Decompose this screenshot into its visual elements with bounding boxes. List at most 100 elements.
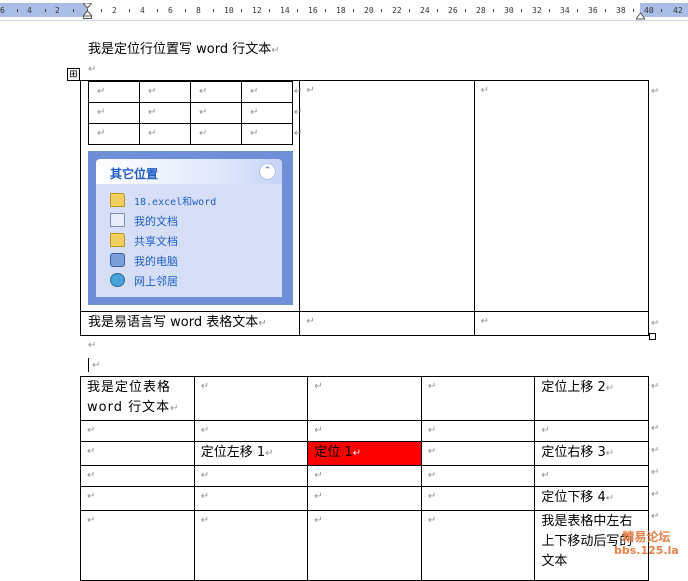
text-cursor	[88, 358, 89, 372]
table2-cell[interactable]: ↵	[534, 465, 649, 487]
table2-cell[interactable]: ↵	[420, 376, 536, 421]
left-indent-marker[interactable]	[81, 2, 94, 19]
paragraph-mark: ↵	[427, 491, 437, 502]
ruler-tick	[577, 9, 578, 12]
table-cell-text: 定位上移 2	[541, 380, 606, 395]
table2-cell[interactable]: ↵	[307, 376, 422, 421]
horizontal-ruler[interactable]: 6 4 2 2 4 6 8 10 12 14 16 18 20 22 24 26 28 30 32 34 36 38 40 4…	[0, 0, 688, 21]
table2-cell[interactable]: ↵	[193, 510, 309, 581]
table2-cell[interactable]: ↵	[80, 465, 195, 487]
ruler-tick	[241, 9, 242, 12]
collapse-chevron-icon[interactable]: ⌃	[259, 163, 276, 180]
nested-cell[interactable]: ↵	[88, 81, 140, 103]
table2-cell[interactable]: ↵	[420, 420, 536, 442]
table2-cell[interactable]: 定位左移 1↵	[193, 441, 309, 466]
pane-item-label: 网上邻居	[134, 275, 178, 288]
paragraph-mark: ↵	[250, 107, 259, 118]
paragraph-mark: ↵	[427, 470, 437, 481]
nested-table[interactable]: ↵ ↵ ↵ ↵ ↵ ↵ ↵ ↵ ↵ ↵ ↵ ↵	[88, 81, 293, 145]
table2-cell[interactable]: ↵	[307, 465, 422, 487]
nested-cell[interactable]: ↵	[190, 123, 242, 145]
position-table[interactable]: 我是定位表格word 行文本↵ ↵ ↵ ↵ 定位上移 2↵ ↵ ↵ ↵ ↵ ↵ …	[80, 376, 649, 581]
right-indent-marker[interactable]	[635, 9, 646, 20]
ruler-number: 12	[252, 6, 262, 15]
table2-cell[interactable]: ↵	[420, 465, 536, 487]
ruler-tick	[45, 9, 46, 12]
ruler-number: 4	[140, 6, 145, 15]
nested-cell[interactable]: ↵	[241, 81, 293, 103]
pane-item-label: 18.excel和word	[134, 197, 217, 208]
paragraph-mark: ↵	[92, 360, 101, 371]
table2-cell[interactable]: ↵	[193, 465, 309, 487]
paragraph-mark: ↵	[200, 515, 210, 526]
ruler-tick	[73, 9, 74, 12]
paragraph-mark: ↵	[314, 381, 323, 392]
table2-cell[interactable]: 我是定位表格word 行文本↵	[80, 376, 195, 421]
ruler-number: 18	[336, 6, 346, 15]
table2-cell[interactable]: 定位上移 2↵	[534, 376, 649, 421]
table2-cell[interactable]: ↵	[193, 486, 309, 511]
paragraph-mark: ↵	[87, 515, 96, 526]
paragraph-mark: ↵	[427, 446, 437, 457]
table2-cell[interactable]: 定位下移 4↵	[534, 486, 649, 511]
nested-cell[interactable]: ↵	[139, 123, 191, 145]
table-move-handle-icon[interactable]: ⊞	[67, 68, 80, 81]
nested-cell[interactable]: ↵	[88, 102, 140, 124]
table2-cell[interactable]: ↵	[420, 510, 536, 581]
table2-cell[interactable]: ↵	[80, 420, 195, 442]
nested-cell[interactable]: ↵	[241, 123, 293, 145]
row-end-mark: ↵	[651, 489, 660, 500]
paragraph-mark: ↵	[314, 470, 323, 481]
nested-cell[interactable]: ↵	[190, 102, 242, 124]
nested-cell[interactable]: ↵	[241, 102, 293, 124]
outer-cell-2[interactable]: ↵	[299, 80, 475, 312]
table-cell-text: 定位 1	[314, 445, 353, 460]
table2-cell[interactable]: ↵	[80, 441, 195, 466]
nested-cell[interactable]: ↵	[190, 81, 242, 103]
outer-cell-6[interactable]: ↵	[473, 311, 650, 336]
table2-cell[interactable]: ↵	[193, 376, 309, 421]
table2-cell[interactable]: ↵	[534, 420, 649, 442]
table2-cell[interactable]: ↵	[307, 420, 422, 442]
table-resize-handle[interactable]	[649, 333, 656, 340]
table2-cell-highlighted[interactable]: 定位 1↵	[307, 441, 422, 466]
nested-cell[interactable]: ↵	[139, 102, 191, 124]
ruler-number: 36	[588, 6, 598, 15]
paragraph-mark: ↵	[265, 448, 274, 459]
ruler-tick	[437, 9, 438, 12]
paragraph-mark: ↵	[314, 515, 323, 526]
table2-cell[interactable]: ↵	[193, 420, 309, 442]
nested-cell[interactable]: ↵	[139, 81, 191, 103]
paragraph-mark: ↵	[87, 491, 96, 502]
paragraph-mark: ↵	[97, 86, 106, 97]
row-end-mark: ↵	[651, 445, 660, 456]
ruler-number: 2	[55, 6, 60, 15]
ruler-tick	[101, 9, 102, 12]
folder-icon	[110, 193, 125, 207]
paragraph-1[interactable]: 我是定位行位置写 word 行文本↵	[84, 39, 284, 62]
ruler-number: 22	[392, 6, 402, 15]
table2-cell[interactable]: 定位右移 3↵	[534, 441, 649, 466]
ruler-tick	[409, 9, 410, 12]
pane-item-label: 我的电脑	[134, 255, 178, 268]
paragraph-mark: ↵	[88, 64, 97, 75]
table2-cell[interactable]: ↵	[420, 486, 536, 511]
ruler-divider	[0, 20, 688, 21]
table2-cell[interactable]: ↵	[307, 486, 422, 511]
outer-cell-4[interactable]: 我是易语言写 word 表格文本↵	[79, 311, 301, 336]
outer-cell-3[interactable]: ↵	[473, 80, 650, 312]
paragraph-mark: ↵	[427, 381, 437, 392]
paragraph-mark: ↵	[258, 318, 267, 329]
table2-cell[interactable]: ↵	[420, 441, 536, 466]
outer-cell-5[interactable]: ↵	[299, 311, 475, 336]
table2-cell[interactable]: ↵	[80, 510, 195, 581]
ruler-number: 42	[673, 6, 683, 15]
table2-cell[interactable]: ↵	[307, 510, 422, 581]
row-end-mark: ↵	[651, 381, 660, 392]
table2-cell[interactable]: ↵	[80, 486, 195, 511]
paragraph-mark: ↵	[148, 128, 157, 139]
nested-cell[interactable]: ↵	[88, 123, 140, 145]
ruler-tick	[269, 9, 270, 12]
ruler-number: 40	[644, 6, 654, 15]
paragraph-mark: ↵	[199, 86, 208, 97]
